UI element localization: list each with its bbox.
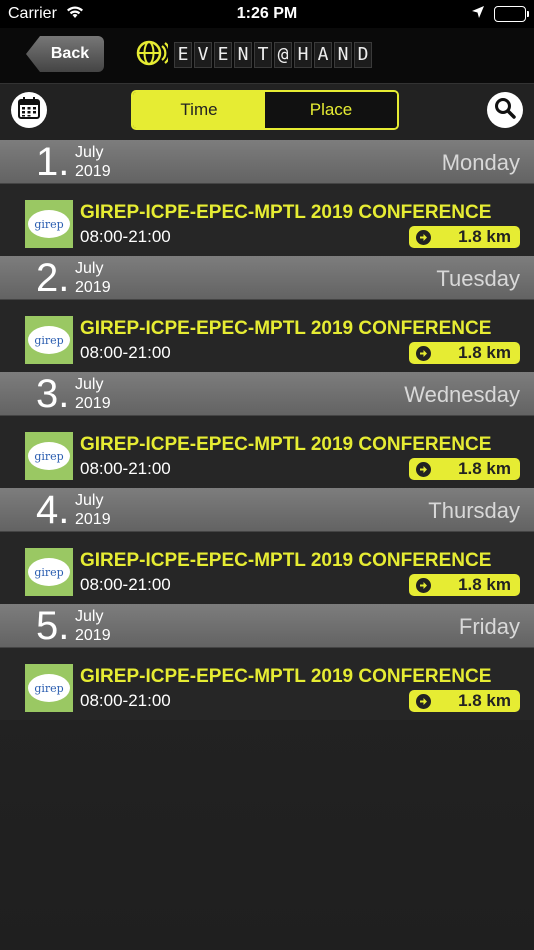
event-row[interactable]: girep GIREP-ICPE-EPEC-MPTL 2019 CONFERENC… (0, 648, 534, 720)
arrow-right-circle-icon (416, 578, 431, 593)
year-label: 2019 (75, 395, 111, 412)
arrow-right-circle-icon (416, 462, 431, 477)
event-row[interactable]: girep GIREP-ICPE-EPEC-MPTL 2019 CONFERENC… (0, 300, 534, 372)
girep-logo: girep (28, 326, 70, 354)
event-row[interactable]: girep GIREP-ICPE-EPEC-MPTL 2019 CONFERENC… (0, 532, 534, 604)
weekday-label: Tuesday (436, 266, 520, 291)
logo-letter: H (294, 42, 312, 68)
distance-label: 1.8 km (458, 691, 511, 710)
day-number: 4. (36, 488, 70, 532)
app-screen: Carrier 1:26 PM Back E V E N T @ H A N D… (0, 0, 534, 950)
year-label: 2019 (75, 163, 111, 180)
location-arrow-icon (471, 5, 485, 24)
month-label: July (75, 144, 104, 161)
event-thumbnail: girep (25, 316, 73, 364)
distance-badge[interactable]: 1.8 km (409, 458, 520, 480)
segment-place[interactable]: Place (265, 92, 397, 128)
logo-letter: N (334, 42, 352, 68)
date-header: 5. July 2019 Friday (0, 604, 534, 648)
logo-text: E V E N T @ H A N D (174, 42, 374, 68)
day-number: 3. (36, 372, 70, 416)
arrow-right-circle-icon (416, 230, 431, 245)
time-place-segmented-control: Time Place (131, 90, 399, 130)
girep-logo: girep (28, 558, 70, 586)
logo-letter: N (234, 42, 252, 68)
month-label: July (75, 260, 104, 277)
date-header: 2. July 2019 Tuesday (0, 256, 534, 300)
distance-badge[interactable]: 1.8 km (409, 226, 520, 248)
event-title: GIREP-ICPE-EPEC-MPTL 2019 CONFERENCE (80, 318, 492, 339)
event-time: 08:00-21:00 (80, 575, 171, 594)
calendar-button[interactable] (11, 92, 47, 128)
weekday-label: Wednesday (404, 382, 520, 407)
logo-letter: D (354, 42, 372, 68)
day-number: 5. (36, 604, 70, 648)
event-row[interactable]: girep GIREP-ICPE-EPEC-MPTL 2019 CONFERENC… (0, 416, 534, 488)
event-title: GIREP-ICPE-EPEC-MPTL 2019 CONFERENCE (80, 666, 492, 687)
month-label: July (75, 492, 104, 509)
event-list: 1. July 2019 Monday girep GIREP-ICPE-EPEC-MPT… (0, 140, 534, 720)
girep-logo: girep (28, 210, 70, 238)
distance-label: 1.8 km (458, 459, 511, 478)
event-time: 08:00-21:00 (80, 343, 171, 362)
logo-letter: E (214, 42, 232, 68)
event-thumbnail: girep (25, 664, 73, 712)
date-header: 3. July 2019 Wednesday (0, 372, 534, 416)
arrow-right-circle-icon (416, 346, 431, 361)
logo-letter: T (254, 42, 272, 68)
year-label: 2019 (75, 279, 111, 296)
logo-letter: A (314, 42, 332, 68)
event-title: GIREP-ICPE-EPEC-MPTL 2019 CONFERENCE (80, 550, 492, 571)
status-bar: Carrier 1:26 PM (0, 0, 534, 28)
app-logo: E V E N T @ H A N D (136, 40, 374, 70)
nav-bar: Back E V E N T @ H A N D (0, 28, 534, 84)
segment-time[interactable]: Time (133, 92, 265, 128)
year-label: 2019 (75, 627, 111, 644)
distance-label: 1.8 km (458, 575, 511, 594)
logo-letter: @ (274, 42, 292, 68)
weekday-label: Thursday (428, 498, 520, 523)
battery-icon (494, 6, 529, 22)
date-header: 1. July 2019 Monday (0, 140, 534, 184)
logo-letter: V (194, 42, 212, 68)
event-time: 08:00-21:00 (80, 691, 171, 710)
girep-logo: girep (28, 442, 70, 470)
year-label: 2019 (75, 511, 111, 528)
event-row[interactable]: girep GIREP-ICPE-EPEC-MPTL 2019 CONFERENC… (0, 184, 534, 256)
distance-badge[interactable]: 1.8 km (409, 690, 520, 712)
weekday-label: Friday (458, 614, 520, 639)
event-thumbnail: girep (25, 548, 73, 596)
arrow-right-circle-icon (416, 694, 431, 709)
weekday-label: Monday (441, 150, 520, 175)
logo-letter: E (174, 42, 192, 68)
event-title: GIREP-ICPE-EPEC-MPTL 2019 CONFERENCE (80, 202, 492, 223)
date-header: 4. July 2019 Thursday (0, 488, 534, 532)
event-time: 08:00-21:00 (80, 227, 171, 246)
event-title: GIREP-ICPE-EPEC-MPTL 2019 CONFERENCE (80, 434, 492, 455)
search-icon (494, 97, 516, 124)
month-label: July (75, 376, 104, 393)
day-number: 2. (36, 256, 70, 300)
search-button[interactable] (487, 92, 523, 128)
day-number: 1. (36, 140, 70, 184)
event-thumbnail: girep (25, 200, 73, 248)
distance-badge[interactable]: 1.8 km (409, 342, 520, 364)
distance-label: 1.8 km (458, 343, 511, 362)
back-button[interactable]: Back (26, 36, 104, 72)
month-label: July (75, 608, 104, 625)
event-thumbnail: girep (25, 432, 73, 480)
distance-badge[interactable]: 1.8 km (409, 574, 520, 596)
calendar-icon (17, 96, 41, 125)
status-time: 1:26 PM (236, 5, 298, 22)
distance-label: 1.8 km (458, 227, 511, 246)
girep-logo: girep (28, 674, 70, 702)
globe-signal-icon (136, 38, 171, 73)
event-time: 08:00-21:00 (80, 459, 171, 478)
